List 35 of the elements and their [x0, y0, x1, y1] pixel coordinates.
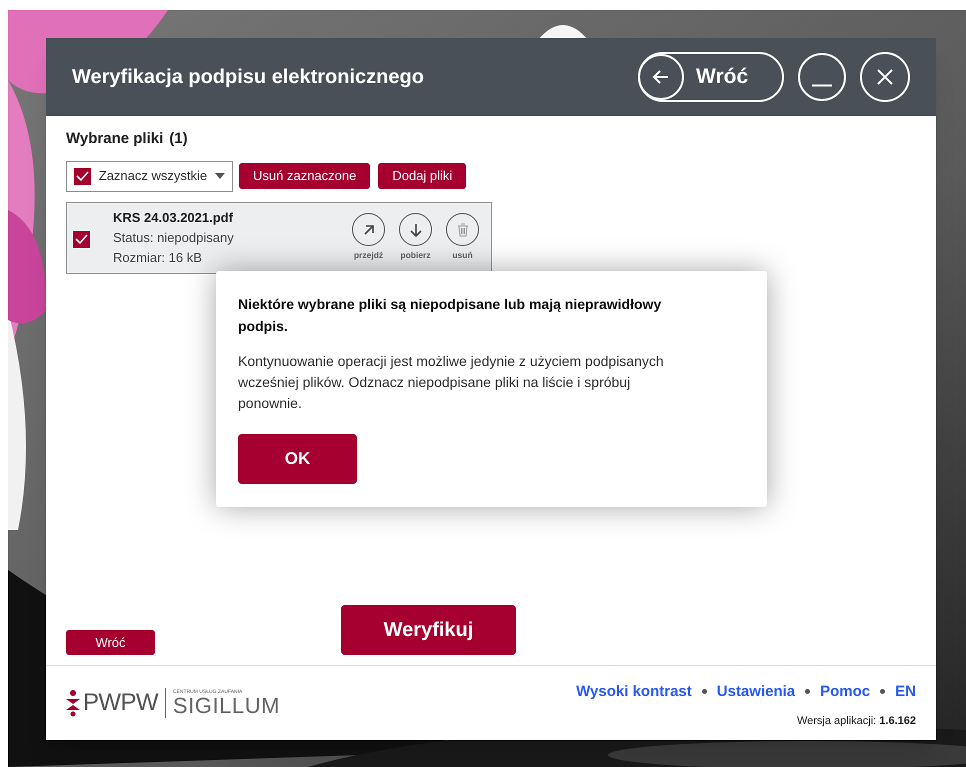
- back-button[interactable]: Wróć: [66, 630, 155, 655]
- section-title: Wybrane pliki: [66, 129, 164, 149]
- download-icon: [399, 213, 432, 246]
- arrow-left-icon: [638, 54, 684, 100]
- footer-link[interactable]: EN: [895, 680, 916, 703]
- minimize-icon: [811, 84, 833, 86]
- toolbar-button[interactable]: Dodaj pliki: [378, 163, 466, 189]
- trash-icon: [446, 213, 479, 246]
- file-action-button[interactable]: usuń: [442, 213, 483, 262]
- select-all-dropdown[interactable]: Zaznacz wszystkie: [66, 160, 233, 192]
- window-title: Weryfikacja podpisu elektronicznego: [72, 65, 425, 90]
- file-name: KRS 24.03.2021.pdf: [113, 208, 234, 227]
- close-button[interactable]: [860, 52, 910, 102]
- toolbar-button[interactable]: Usuń zaznaczone: [239, 163, 370, 189]
- file-size: Rozmiar: 16 kB: [113, 248, 203, 266]
- minimize-button[interactable]: [798, 53, 846, 101]
- footer-link[interactable]: Ustawienia: [716, 680, 796, 703]
- arrow-up-right-icon: [352, 213, 385, 246]
- figure-icon: [66, 689, 80, 717]
- verify-button[interactable]: Weryfikuj: [341, 605, 516, 655]
- checkbox[interactable]: [73, 230, 90, 248]
- close-icon: [876, 68, 894, 86]
- dialog-message: Kontynuowanie operacji jest możliwe jedynie z użyciem podpisanych wcześniej plików. Odznacz niepodpisane pliki na liście i spróbuj ponownie.: [238, 352, 665, 413]
- back-button[interactable]: Wróć: [638, 52, 784, 102]
- file-status: Status: niepodpisany: [113, 228, 235, 247]
- file-action-button[interactable]: pobierz: [395, 213, 436, 262]
- file-action-button[interactable]: przejdź: [348, 213, 389, 262]
- version-text: Wersja aplikacji: 1.6.162: [796, 714, 916, 729]
- footer-link[interactable]: Wysoki kontrast: [576, 680, 692, 703]
- dialog-title: Niektóre wybrane pliki są niepodpisane lub mają nieprawidłowy podpis.: [238, 295, 662, 336]
- checkbox[interactable]: [74, 168, 91, 184]
- file-count: (1): [169, 129, 188, 149]
- footer-link[interactable]: Pomoc: [820, 680, 870, 703]
- caret-icon: [215, 173, 225, 179]
- ok-button[interactable]: OK: [238, 434, 357, 484]
